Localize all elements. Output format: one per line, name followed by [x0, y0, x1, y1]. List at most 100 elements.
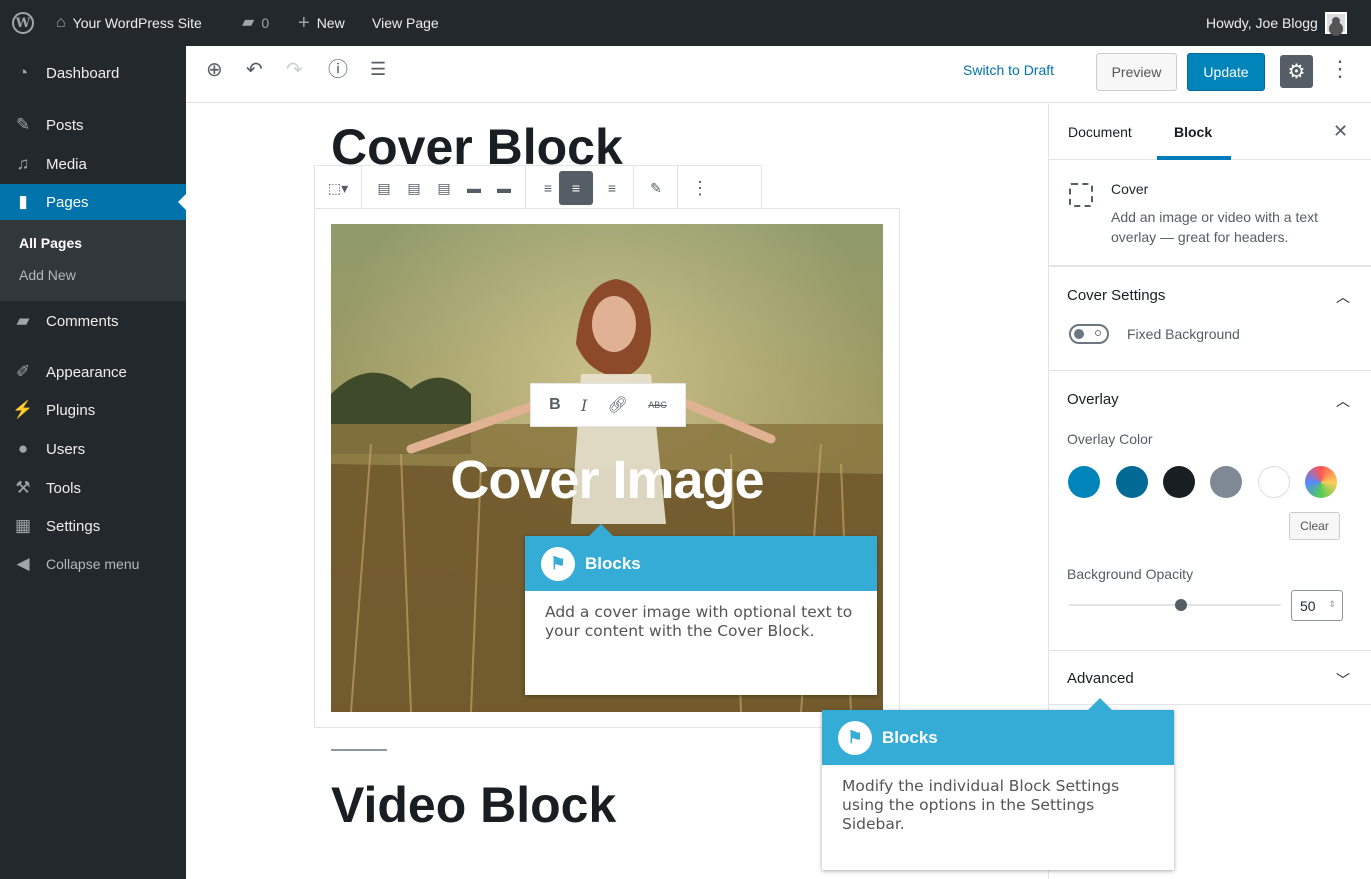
opacity-slider-thumb[interactable] [1175, 599, 1187, 611]
edit-image-icon[interactable]: ✎ [645, 177, 667, 199]
stepper-icon[interactable]: ⇕ [1328, 599, 1336, 610]
more-options-icon[interactable]: ⋮ [1329, 56, 1351, 82]
align-left-icon[interactable]: ▤ [373, 177, 395, 199]
sidebar-item-posts[interactable]: ✎ Posts [0, 107, 186, 143]
tooltip-body: Add a cover image with optional text to … [545, 603, 853, 640]
link-icon[interactable]: 🔗︎ [608, 395, 628, 415]
block-toolbar: ⬚▾ ▤ ▤ ▤ ▬ ▬ ≡ ≡ ≡ ✎ ⋮ [314, 165, 762, 209]
opacity-input[interactable]: 50 ⇕ [1291, 590, 1343, 621]
toolbar-divider [677, 166, 678, 208]
pages-submenu: All Pages Add New [0, 220, 186, 301]
tooltip-title: Blocks [585, 553, 641, 573]
sidebar-item-collapse[interactable]: ◀ Collapse menu [0, 546, 186, 582]
flag-icon: ⚑ [541, 546, 575, 581]
sidebar-item-users[interactable]: ● Users [0, 431, 186, 467]
color-swatch-white[interactable] [1258, 466, 1290, 498]
background-opacity-label: Background Opacity [1067, 566, 1194, 582]
submenu-add-new[interactable]: Add New [19, 267, 76, 283]
gear-icon: ⚙ [1287, 61, 1306, 83]
sidebar-item-label: Dashboard [46, 64, 120, 82]
new-label: New [316, 15, 345, 31]
collapse-icon: ◀ [16, 554, 30, 573]
text-align-right-icon[interactable]: ≡ [601, 177, 623, 199]
account-menu[interactable]: Howdy, Joe Blogg [1206, 0, 1347, 46]
align-center-icon[interactable]: ▤ [403, 177, 425, 199]
comments-link[interactable]: ▰ 0 [242, 0, 269, 46]
site-name: Your WordPress Site [72, 15, 202, 31]
site-name-link[interactable]: ⌂ Your WordPress Site [56, 0, 202, 46]
sidebar-item-comments[interactable]: ▰ Comments [0, 303, 186, 339]
page: W ⌂ Your WordPress Site ▰ 0 + New View P… [0, 0, 1371, 879]
sidebar-item-tools[interactable]: ⚒ Tools [0, 470, 186, 506]
submenu-all-pages[interactable]: All Pages [19, 235, 82, 251]
outline-icon[interactable]: ☰ [370, 60, 386, 78]
strikethrough-button[interactable]: ABC [648, 400, 667, 410]
sidebar-item-pages[interactable]: ▮ Pages [0, 184, 186, 220]
custom-color-picker[interactable] [1305, 466, 1337, 498]
cover-image-text[interactable]: Cover Image [331, 449, 883, 511]
fixed-background-toggle[interactable] [1069, 324, 1109, 344]
text-align-center-icon[interactable]: ≡ [559, 171, 593, 205]
italic-button[interactable]: I [581, 396, 587, 415]
sidebar-item-plugins[interactable]: ⚡ Plugins [0, 392, 186, 428]
chevron-down-icon[interactable]: ﹀ [1336, 670, 1350, 690]
view-page-label: View Page [372, 15, 439, 31]
toolbar-divider [525, 166, 526, 208]
redo-icon[interactable]: ↷ [286, 60, 303, 80]
settings-toggle-button[interactable]: ⚙ [1280, 55, 1313, 88]
tooltip-block-settings: ⚑ Blocks Modify the individual Block Set… [822, 698, 1174, 870]
undo-icon[interactable]: ↶ [246, 60, 263, 80]
color-swatch-dark-blue[interactable] [1116, 466, 1148, 498]
advanced-toggle[interactable]: Advanced [1067, 670, 1134, 687]
add-block-icon[interactable]: ⊕ [206, 60, 223, 80]
color-swatch-blue[interactable] [1068, 466, 1100, 498]
media-icon: ♫ [16, 154, 30, 173]
view-page-link[interactable]: View Page [372, 0, 439, 46]
tab-block[interactable]: Block [1174, 124, 1212, 140]
block-card: Cover Add an image or video with a text … [1049, 161, 1371, 266]
sidebar-item-dashboard[interactable]: ◔ Dashboard [0, 55, 186, 91]
color-swatch-black[interactable] [1163, 466, 1195, 498]
tooltip-header: ⚑ Blocks [822, 710, 1174, 765]
bold-button[interactable]: B [549, 396, 561, 414]
block-description: Add an image or video with a text overla… [1111, 209, 1319, 245]
close-icon[interactable]: ✕ [1333, 121, 1348, 142]
block-name: Cover [1111, 181, 1149, 197]
format-toolbar: B I 🔗︎ ABC [530, 383, 686, 427]
settings-icon: ▦ [14, 516, 32, 535]
align-right-icon[interactable]: ▤ [433, 177, 455, 199]
dashboard-icon: ◔ [17, 63, 29, 82]
switch-to-draft-button[interactable]: Switch to Draft [963, 62, 1054, 78]
text-align-left-icon[interactable]: ≡ [537, 177, 559, 199]
brush-icon: ✐ [15, 362, 31, 381]
sidebar-item-label: Appearance [46, 363, 127, 381]
sidebar-item-media[interactable]: ♫ Media [0, 146, 186, 182]
panel-cover-settings: Cover Settings ︿ [1049, 266, 1371, 370]
sidebar-item-label: Settings [46, 517, 101, 535]
tooltip-body: Modify the individual Block Settings usi… [842, 777, 1120, 833]
align-wide-icon[interactable]: ▬ [463, 177, 485, 199]
overlay-color-label: Overlay Color [1067, 431, 1153, 447]
plus-icon: + [298, 12, 310, 34]
page-icon: ▮ [18, 192, 28, 211]
pin-icon: ✎ [15, 115, 31, 134]
avatar [1324, 12, 1347, 34]
preview-button[interactable]: Preview [1096, 53, 1177, 91]
align-full-icon[interactable]: ▬ [493, 177, 515, 199]
chevron-up-icon[interactable]: ︿ [1336, 391, 1350, 411]
sidebar-item-settings[interactable]: ▦ Settings [0, 508, 186, 544]
new-content-link[interactable]: + New [298, 0, 345, 46]
tab-document[interactable]: Document [1068, 124, 1132, 140]
heading-video-block[interactable]: Video Block [331, 776, 616, 834]
overlay-toggle[interactable]: Overlay [1067, 391, 1119, 408]
sidebar-item-appearance[interactable]: ✐ Appearance [0, 354, 186, 390]
chevron-up-icon[interactable]: ︿ [1336, 287, 1350, 307]
cover-block-switcher-icon[interactable]: ⬚▾ [323, 177, 353, 199]
wp-logo-button[interactable]: W [12, 0, 34, 46]
block-more-options-icon[interactable]: ⋮ [689, 177, 711, 199]
update-button[interactable]: Update [1187, 53, 1265, 91]
cover-settings-toggle[interactable]: Cover Settings [1067, 287, 1165, 304]
info-icon[interactable]: ⓘ [328, 60, 348, 80]
color-swatch-gray[interactable] [1210, 466, 1242, 498]
clear-color-button[interactable]: Clear [1289, 512, 1340, 540]
